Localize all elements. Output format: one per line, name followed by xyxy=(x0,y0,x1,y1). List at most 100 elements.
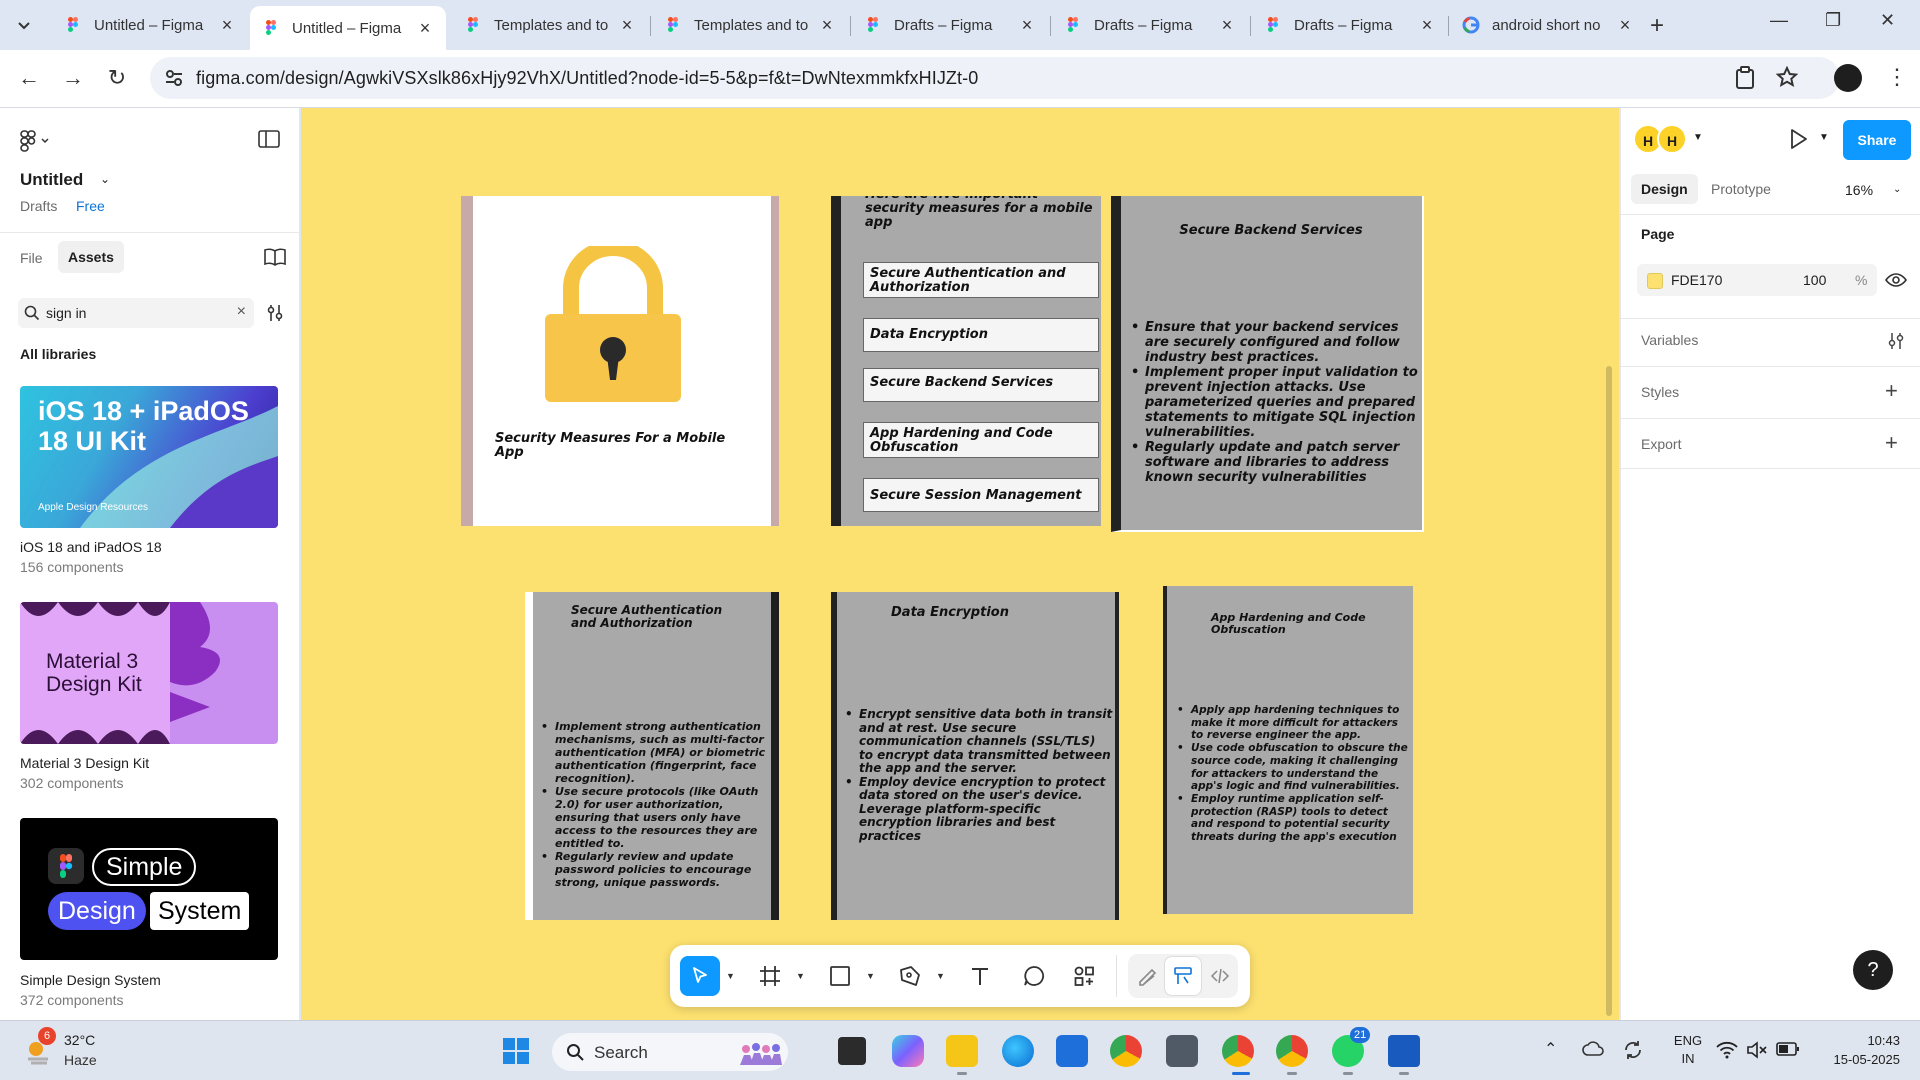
page-color-hex[interactable]: FDE170 xyxy=(1671,272,1722,288)
copilot-icon[interactable] xyxy=(892,1035,924,1067)
dev-mode-button[interactable] xyxy=(1200,956,1240,996)
library-name[interactable]: Simple Design System xyxy=(20,972,161,988)
chevron-down-icon[interactable]: ⌄ xyxy=(1893,184,1901,195)
frame-auth-slide[interactable]: Secure Authentication and Authorization … xyxy=(525,592,779,920)
move-tool[interactable] xyxy=(680,956,720,996)
chevron-down-icon[interactable]: ▼ xyxy=(796,971,805,981)
task-view-icon[interactable] xyxy=(838,1037,866,1065)
frame-encryption-slide[interactable]: Data Encryption Encrypt sensitive data b… xyxy=(831,592,1119,920)
zoom-level[interactable]: 16% xyxy=(1845,182,1873,198)
chevron-down-icon[interactable]: ▼ xyxy=(1693,132,1703,143)
tab-search-button[interactable] xyxy=(8,10,40,40)
battery-icon[interactable] xyxy=(1776,1042,1800,1056)
back-icon[interactable]: ← xyxy=(14,63,44,93)
tab-design[interactable]: Design xyxy=(1631,174,1698,204)
camera-icon[interactable] xyxy=(1166,1035,1198,1067)
taskbar-search[interactable]: Search xyxy=(552,1033,788,1071)
shape-tool[interactable] xyxy=(820,956,860,996)
reload-icon[interactable]: ↻ xyxy=(102,63,132,93)
export-heading[interactable]: Export xyxy=(1641,436,1681,452)
eye-icon[interactable] xyxy=(1885,272,1907,288)
close-icon[interactable]: × xyxy=(1616,15,1634,36)
bookmark-star-icon[interactable] xyxy=(1776,66,1798,88)
browser-tab-active[interactable]: Untitled – Figma × xyxy=(250,6,446,50)
browser-tab[interactable]: Drafts – Figma × xyxy=(852,6,1048,44)
share-button[interactable]: Share xyxy=(1843,120,1911,160)
chevron-down-icon[interactable]: ⌄ xyxy=(100,172,110,186)
library-thumbnail-material[interactable]: Material 3 Design Kit xyxy=(20,602,278,744)
window-close-icon[interactable]: ✕ xyxy=(1880,10,1895,31)
library-name[interactable]: iOS 18 and iPadOS 18 xyxy=(20,539,162,555)
restore-icon[interactable]: ❐ xyxy=(1825,10,1841,31)
more-menu-icon[interactable]: ⋮ xyxy=(1886,64,1908,90)
chrome-profile-icon[interactable] xyxy=(1222,1035,1254,1067)
clipboard-icon[interactable] xyxy=(1734,66,1756,90)
asset-search-input[interactable]: sign in × xyxy=(18,298,254,328)
frame-tool[interactable] xyxy=(750,956,790,996)
close-icon[interactable]: × xyxy=(1418,15,1436,36)
design-canvas[interactable]: Security Measures For a Mobile App Here … xyxy=(301,108,1619,1020)
avatar[interactable]: H xyxy=(1657,124,1687,154)
present-play-icon[interactable] xyxy=(1789,128,1809,150)
search-value[interactable]: sign in xyxy=(46,305,86,321)
help-button[interactable]: ? xyxy=(1853,950,1893,990)
volume-mute-icon[interactable] xyxy=(1746,1041,1768,1059)
library-thumbnail-ios[interactable]: iOS 18 + iPadOS 18 UI Kit Apple Design R… xyxy=(20,386,278,528)
weather-condition[interactable]: Haze xyxy=(64,1052,97,1068)
frame-menu-slide[interactable]: Here are five important security measure… xyxy=(831,196,1101,526)
chevron-down-icon[interactable]: ▼ xyxy=(866,971,875,981)
styles-heading[interactable]: Styles xyxy=(1641,384,1679,400)
browser-tab[interactable]: android short no × xyxy=(1450,6,1646,44)
text-tool[interactable] xyxy=(960,956,1000,996)
add-style-plus-icon[interactable]: + xyxy=(1885,378,1898,404)
windows-start-icon[interactable] xyxy=(502,1037,530,1065)
forward-icon[interactable]: → xyxy=(58,63,88,93)
drafts-label[interactable]: Drafts xyxy=(20,198,57,214)
comment-tool[interactable] xyxy=(1014,956,1054,996)
close-icon[interactable]: × xyxy=(218,15,236,36)
tab-prototype[interactable]: Prototype xyxy=(1711,174,1771,204)
close-icon[interactable]: × xyxy=(1018,15,1036,36)
minimize-icon[interactable]: — xyxy=(1770,10,1788,31)
browser-tab[interactable]: Templates and to × xyxy=(652,6,848,44)
filter-settings-icon[interactable] xyxy=(266,304,284,322)
close-icon[interactable]: × xyxy=(1218,15,1236,36)
page-color-field[interactable]: FDE170 100 % xyxy=(1637,264,1877,296)
new-tab-button[interactable]: + xyxy=(1650,12,1664,40)
chrome-profile-icon[interactable] xyxy=(1276,1035,1308,1067)
frame-hardening-slide[interactable]: App Hardening and Code Obfuscation Apply… xyxy=(1163,586,1413,914)
close-icon[interactable]: × xyxy=(618,15,636,36)
browser-tab[interactable]: Untitled – Figma × xyxy=(52,6,248,44)
chevron-down-icon[interactable]: ▼ xyxy=(936,971,945,981)
browser-tab[interactable]: Drafts – Figma × xyxy=(1252,6,1448,44)
frame-cover-slide[interactable]: Security Measures For a Mobile App xyxy=(461,196,779,526)
url-text[interactable]: figma.com/design/AgwkiVSXslk86xHjy92VhX/… xyxy=(196,68,978,89)
library-name[interactable]: Material 3 Design Kit xyxy=(20,755,149,771)
edge-browser-icon[interactable] xyxy=(1002,1035,1034,1067)
language-code[interactable]: ENG xyxy=(1668,1033,1708,1048)
profile-avatar[interactable] xyxy=(1834,64,1862,92)
file-title[interactable]: Untitled xyxy=(20,170,83,190)
clock-time[interactable]: 10:43 xyxy=(1810,1033,1920,1048)
library-thumbnail-simple[interactable]: Simple Design System xyxy=(20,818,278,960)
weather-temperature[interactable]: 32°C xyxy=(64,1032,95,1048)
plan-badge[interactable]: Free xyxy=(76,198,105,214)
sidebar-toggle-icon[interactable] xyxy=(258,130,280,148)
address-bar[interactable]: figma.com/design/AgwkiVSXslk86xHjy92VhX/… xyxy=(150,57,1840,99)
canvas-scrollbar[interactable] xyxy=(1606,366,1612,1016)
wifi-icon[interactable] xyxy=(1716,1041,1738,1059)
actions-tool[interactable] xyxy=(1064,956,1104,996)
file-explorer-icon[interactable] xyxy=(946,1035,978,1067)
main-menu-button[interactable] xyxy=(20,130,50,152)
clear-search-icon[interactable]: × xyxy=(237,303,246,321)
store-icon[interactable] xyxy=(1056,1035,1088,1067)
tab-file[interactable]: File xyxy=(20,250,43,266)
library-book-icon[interactable] xyxy=(264,248,286,266)
color-swatch[interactable] xyxy=(1647,273,1663,289)
clock-date[interactable]: 15-05-2025 xyxy=(1810,1052,1920,1067)
word-icon[interactable] xyxy=(1388,1035,1420,1067)
draw-mode-button[interactable] xyxy=(1128,956,1168,996)
close-icon[interactable]: × xyxy=(818,15,836,36)
variables-heading[interactable]: Variables xyxy=(1641,332,1698,348)
page-opacity[interactable]: 100 xyxy=(1803,272,1826,288)
